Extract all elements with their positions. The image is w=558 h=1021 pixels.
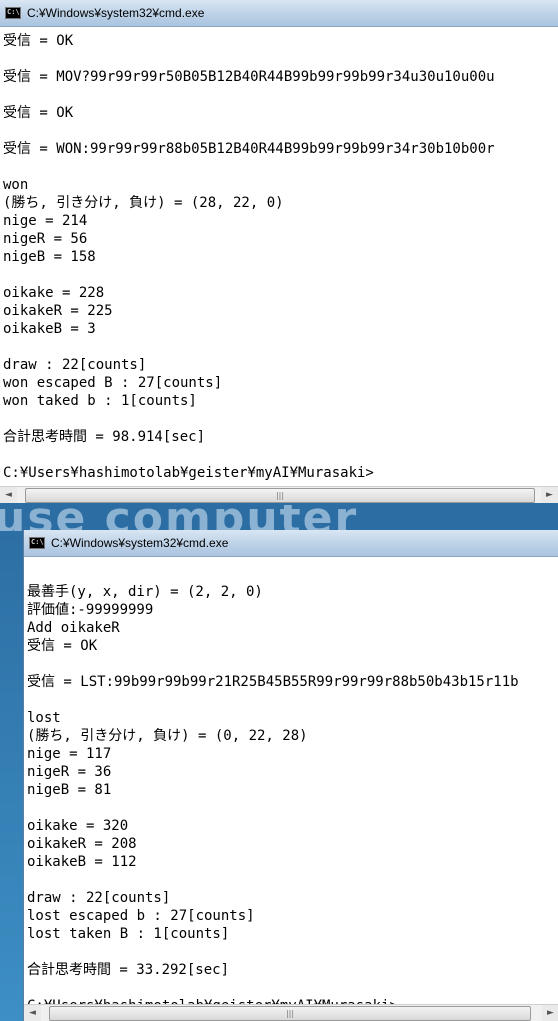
console-line: (勝ち, 引き分け, 負け) = (28, 22, 0) <box>3 195 284 211</box>
console-line: won taked b : 1[counts] <box>3 393 197 409</box>
console-line: lost taken B : 1[counts] <box>27 926 230 942</box>
console-line: 受信 = WON:99r99r99r88b05B12B40R44B99b99r9… <box>3 141 495 157</box>
console-line: oikakeB = 112 <box>27 854 137 870</box>
console-output-2[interactable]: 最善手(y, x, dir) = (2, 2, 0) 評価値:-99999999 A… <box>24 565 558 1015</box>
console-line: 評価値:-99999999 <box>27 602 154 618</box>
cmd-window-1[interactable]: C:\ C:¥Windows¥system32¥cmd.exe 受信 = OK 受… <box>0 0 558 503</box>
console-line: won escaped B : 27[counts] <box>3 375 223 391</box>
console-line: (勝ち, 引き分け, 負け) = (0, 22, 28) <box>27 728 308 744</box>
console-line: C:¥Users¥hashimotolab¥geister¥myAI¥Muras… <box>3 465 374 481</box>
console-line: 受信 = OK <box>3 105 74 121</box>
console-line: 受信 = LST:99b99r99b99r21R25B45B55R99r99r9… <box>27 674 519 690</box>
console-line: 最善手(y, x, dir) = (2, 2, 0) <box>27 584 263 600</box>
horizontal-scrollbar-2[interactable]: ◄ ||| ► <box>24 1004 558 1021</box>
cmd-window-2[interactable]: C:\ C:¥Windows¥system32¥cmd.exe 最善手(y, x… <box>23 530 558 1021</box>
window-1-title: C:¥Windows¥system32¥cmd.exe <box>27 6 205 20</box>
scroll-track[interactable]: ||| <box>41 1005 542 1021</box>
console-line: nige = 214 <box>3 213 88 229</box>
scroll-track[interactable]: ||| <box>17 487 541 503</box>
console-line: oikakeR = 225 <box>3 303 113 319</box>
console-line: oikake = 320 <box>27 818 129 834</box>
console-line: nigeB = 81 <box>27 782 112 798</box>
console-line: 受信 = OK <box>27 638 98 654</box>
console-line: nigeB = 158 <box>3 249 96 265</box>
console-line: 受信 = OK <box>3 33 74 49</box>
window-1-titlebar[interactable]: C:\ C:¥Windows¥system32¥cmd.exe <box>0 0 558 27</box>
console-line: 合計思考時間 = 33.292[sec] <box>27 962 230 978</box>
console-line: lost escaped b : 27[counts] <box>27 908 255 924</box>
console-line: lost <box>27 710 61 726</box>
console-line: Add oikakeR <box>27 620 120 636</box>
desktop-wallpaper-text: use computer <box>0 505 558 531</box>
console-line: won <box>3 177 29 193</box>
console-line: draw : 22[counts] <box>27 890 171 906</box>
wallpaper-text: use computer <box>0 505 359 531</box>
console-line: nigeR = 56 <box>3 231 88 247</box>
scroll-thumb[interactable]: ||| <box>25 488 535 503</box>
console-line: nige = 117 <box>27 746 112 762</box>
scroll-right-icon[interactable]: ► <box>541 487 558 503</box>
console-line: oikakeB = 3 <box>3 321 96 337</box>
console-line: nigeR = 36 <box>27 764 112 780</box>
scroll-left-icon[interactable]: ◄ <box>24 1005 41 1021</box>
horizontal-scrollbar-1[interactable]: ◄ ||| ► <box>0 486 558 503</box>
cmd-icon: C:\ <box>29 537 45 549</box>
console-line: 合計思考時間 = 98.914[sec] <box>3 429 206 445</box>
cmd-icon: C:\ <box>5 7 21 19</box>
window-2-titlebar[interactable]: C:\ C:¥Windows¥system32¥cmd.exe <box>24 530 558 557</box>
console-line: draw : 22[counts] <box>3 357 147 373</box>
scroll-thumb[interactable]: ||| <box>49 1006 531 1021</box>
scroll-left-icon[interactable]: ◄ <box>0 487 17 503</box>
console-line: oikakeR = 208 <box>27 836 137 852</box>
console-output-1[interactable]: 受信 = OK 受信 = MOV?99r99r99r50B05B12B40R44B… <box>0 32 558 482</box>
window-2-title: C:¥Windows¥system32¥cmd.exe <box>51 536 229 550</box>
scroll-right-icon[interactable]: ► <box>542 1005 558 1021</box>
console-line: 受信 = MOV?99r99r99r50B05B12B40R44B99b99r9… <box>3 69 495 85</box>
console-line: oikake = 228 <box>3 285 105 301</box>
